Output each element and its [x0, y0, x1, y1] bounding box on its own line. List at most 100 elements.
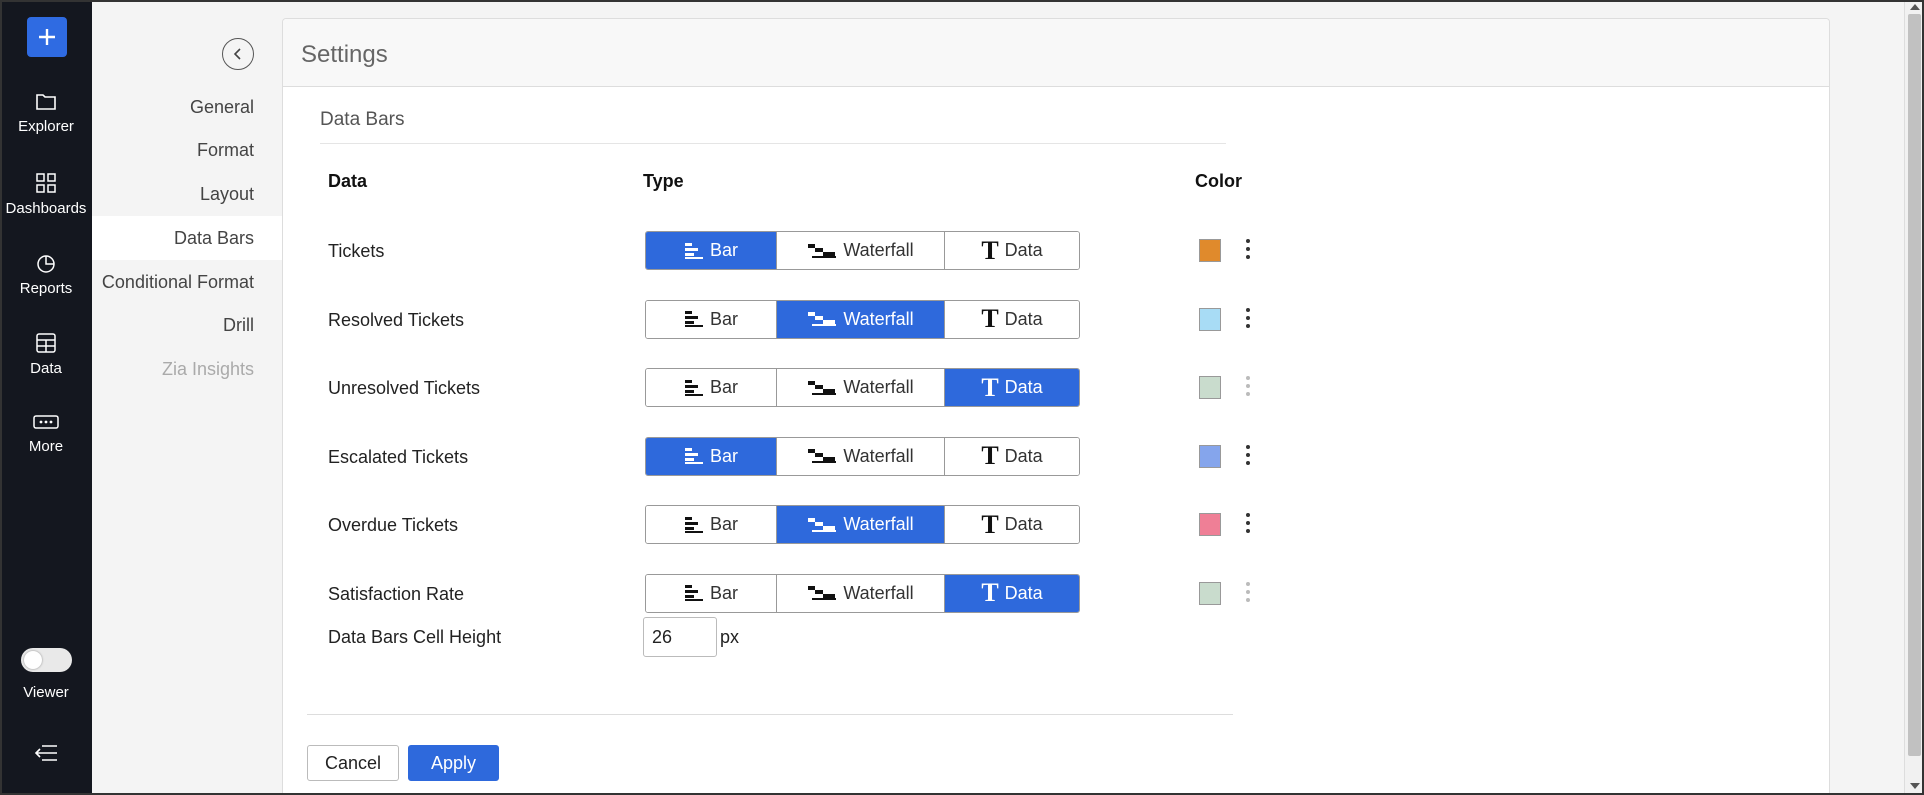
type-option-waterfall[interactable]: Waterfall — [777, 437, 945, 475]
text-type-icon: T — [981, 509, 999, 539]
section-divider — [320, 143, 1226, 144]
type-option-data[interactable]: T Data — [945, 437, 1079, 475]
color-swatch — [1199, 581, 1221, 605]
left-rail: Explorer Dashboards Reports Data More Vi… — [0, 0, 92, 795]
column-header-type: Type — [643, 171, 684, 191]
nav-explorer-label: Explorer — [18, 118, 74, 135]
type-option-label: Bar — [709, 582, 738, 603]
settings-nav-conditional-format[interactable]: Conditional Format — [102, 272, 254, 293]
type-option-data[interactable]: T Data — [945, 506, 1079, 543]
bar-chart-icon — [684, 516, 703, 533]
type-option-label: Bar — [709, 308, 738, 329]
nav-dashboards[interactable]: Dashboards — [0, 172, 92, 217]
back-button[interactable] — [222, 38, 254, 70]
type-option-waterfall[interactable]: Waterfall — [777, 574, 945, 612]
kebab-menu-icon[interactable] — [1243, 237, 1253, 261]
nav-dashboards-label: Dashboards — [5, 200, 87, 217]
settings-nav-general[interactable]: General — [190, 97, 254, 118]
viewer-toggle[interactable] — [21, 648, 72, 672]
page-title: Settings — [301, 41, 388, 68]
text-type-icon: T — [981, 372, 999, 402]
type-option-bar[interactable]: Bar — [646, 437, 777, 475]
nav-more-label: More — [28, 438, 64, 455]
type-option-data[interactable]: T Data — [945, 300, 1079, 338]
cell-height-label: Data Bars Cell Height — [328, 627, 502, 647]
bar-chart-icon — [684, 448, 703, 464]
color-swatch — [1199, 376, 1221, 399]
type-option-bar[interactable]: Bar — [646, 300, 777, 338]
nav-reports[interactable]: Reports — [0, 252, 92, 297]
kebab-menu-icon[interactable] — [1243, 511, 1253, 535]
color-swatch[interactable] — [1199, 444, 1221, 468]
section-title: Data Bars — [320, 109, 405, 130]
chevron-left-icon — [233, 48, 241, 60]
nav-explorer[interactable]: Explorer — [0, 92, 92, 135]
add-button[interactable] — [27, 17, 67, 57]
color-swatch[interactable] — [1199, 513, 1221, 536]
kebab-menu-icon[interactable] — [1243, 443, 1253, 467]
collapse-menu-button[interactable] — [34, 744, 58, 767]
waterfall-icon — [808, 449, 837, 463]
settings-nav-data-bars[interactable]: Data Bars — [92, 216, 282, 260]
type-option-label: Waterfall — [843, 308, 914, 329]
panel-header — [283, 19, 1829, 87]
settings-nav-layout[interactable]: Layout — [200, 184, 254, 205]
type-option-waterfall[interactable]: Waterfall — [777, 300, 945, 338]
type-option-label: Waterfall — [843, 240, 914, 260]
type-option-bar[interactable]: Bar — [646, 369, 777, 406]
bar-chart-icon — [684, 585, 703, 601]
waterfall-icon — [808, 312, 837, 326]
type-option-waterfall[interactable]: Waterfall — [777, 506, 945, 543]
cell-height-input[interactable] — [643, 617, 717, 657]
cancel-button[interactable]: Cancel — [307, 745, 399, 781]
type-option-label: Bar — [709, 514, 738, 534]
vertical-scrollbar[interactable] — [1904, 0, 1924, 795]
settings-panel: Settings Data Bars Data Type Color Ticke… — [282, 18, 1830, 795]
kebab-menu-icon — [1243, 374, 1253, 398]
type-option-label: Bar — [709, 377, 738, 397]
type-option-label: Waterfall — [843, 582, 914, 603]
type-segmented-control: Bar Waterfall T Data — [645, 231, 1080, 270]
type-option-waterfall[interactable]: Waterfall — [777, 369, 945, 406]
text-type-icon: T — [981, 235, 999, 265]
type-option-bar[interactable]: Bar — [646, 574, 777, 612]
cell-height-unit: px — [720, 627, 740, 647]
color-swatch[interactable] — [1199, 239, 1221, 262]
row-label: Resolved Tickets — [328, 309, 465, 330]
type-option-data[interactable]: T Data — [945, 574, 1079, 612]
waterfall-icon — [808, 243, 837, 258]
kebab-menu-icon[interactable] — [1243, 306, 1253, 330]
type-option-data[interactable]: T Data — [945, 232, 1079, 269]
settings-nav-drill[interactable]: Drill — [223, 315, 254, 336]
type-option-label: Waterfall — [843, 377, 914, 397]
text-type-icon: T — [981, 441, 999, 470]
type-option-bar[interactable]: Bar — [646, 232, 777, 269]
type-segmented-control: Bar Waterfall T Data — [645, 573, 1080, 613]
pie-chart-icon — [37, 255, 55, 273]
nav-data[interactable]: Data — [0, 332, 92, 377]
bar-chart-icon — [684, 242, 703, 259]
nav-data-label: Data — [30, 360, 62, 377]
settings-nav-format[interactable]: Format — [197, 140, 254, 161]
scroll-thumb[interactable] — [1908, 14, 1921, 756]
color-swatch[interactable] — [1199, 307, 1221, 331]
apply-button[interactable]: Apply — [408, 745, 499, 781]
scroll-up-arrow-icon[interactable] — [1910, 4, 1920, 10]
type-option-waterfall[interactable]: Waterfall — [777, 232, 945, 269]
waterfall-icon — [808, 586, 837, 600]
row-label: Tickets — [328, 241, 385, 261]
text-type-icon: T — [981, 304, 999, 333]
text-type-icon: T — [981, 578, 999, 607]
type-option-bar[interactable]: Bar — [646, 506, 777, 543]
scroll-down-arrow-icon[interactable] — [1910, 783, 1920, 789]
type-option-label: Bar — [709, 240, 738, 260]
type-segmented-control: Bar Waterfall T Data — [645, 368, 1080, 407]
row-label: Satisfaction Rate — [328, 583, 465, 604]
type-option-data[interactable]: T Data — [945, 369, 1079, 406]
settings-nav: General Format Layout Data Bars Conditio… — [92, 0, 282, 795]
type-option-label: Data — [1004, 514, 1043, 534]
type-option-label: Data — [1004, 445, 1043, 466]
type-segmented-control: Bar Waterfall T Data — [645, 299, 1080, 339]
nav-more[interactable]: More — [0, 412, 92, 455]
settings-nav-zia-insights: Zia Insights — [161, 359, 254, 379]
